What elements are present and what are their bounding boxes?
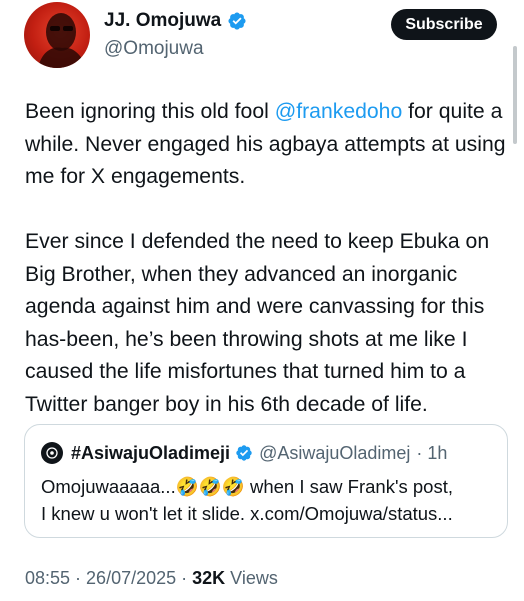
rofl-emoji-icon: 🤣🤣🤣 — [175, 476, 245, 497]
tweet-paragraph-1: Been ignoring this old fool @frankedoho … — [25, 96, 513, 194]
author-avatar[interactable] — [24, 2, 90, 68]
verified-badge-icon — [228, 12, 246, 30]
mention-link[interactable]: @frankedoho — [275, 100, 403, 123]
avatar-silhouette — [38, 13, 86, 68]
tweet-date[interactable]: 26/07/2025 — [86, 568, 176, 588]
tweet-paragraph-2: Ever since I defended the need to keep E… — [25, 230, 490, 416]
subscribe-button[interactable]: Subscribe — [391, 9, 497, 40]
views-label: Views — [225, 568, 278, 588]
views-count: 32K — [192, 568, 226, 588]
tweet-text: Been ignoring this old fool @frankedoho … — [25, 96, 513, 421]
verified-badge-icon — [236, 445, 252, 461]
quote-line-2: I knew u won't let it slide. x.com/Omoju… — [41, 503, 453, 524]
tweet-text-segment: Been ignoring this old fool — [25, 100, 275, 123]
author-display-name[interactable]: JJ. Omojuwa — [104, 10, 221, 32]
quote-text: Omojuwaaaaa...🤣🤣🤣 when I saw Frank's pos… — [41, 473, 501, 527]
tweet-meta: 08:55 · 26/07/2025 · 32K Views — [25, 568, 278, 589]
quote-text-segment: Omojuwaaaaa... — [41, 476, 176, 497]
scrollbar[interactable] — [513, 46, 517, 144]
author-handle[interactable]: @Omojuwa — [104, 38, 204, 60]
separator-dot: · — [176, 568, 193, 588]
quote-text-segment: when I saw Frank's post, — [244, 476, 453, 497]
quoted-tweet[interactable]: #AsiwajuOladimeji @AsiwajuOladimej · 1h … — [24, 424, 508, 538]
quote-avatar-icon — [46, 447, 58, 459]
quote-line-1: Omojuwaaaaa...🤣🤣🤣 when I saw Frank's pos… — [41, 473, 501, 500]
author-name-row: JJ. Omojuwa — [104, 10, 247, 32]
quote-author-handle[interactable]: @AsiwajuOladimej — [259, 443, 410, 464]
quote-timestamp[interactable]: · 1h — [416, 443, 447, 464]
quote-author-name[interactable]: #AsiwajuOladimeji — [71, 443, 230, 464]
separator-dot: · — [70, 568, 87, 588]
quote-author-avatar[interactable] — [41, 442, 63, 464]
tweet-time[interactable]: 08:55 — [25, 568, 70, 588]
quote-header: #AsiwajuOladimeji @AsiwajuOladimej · 1h — [41, 442, 447, 464]
